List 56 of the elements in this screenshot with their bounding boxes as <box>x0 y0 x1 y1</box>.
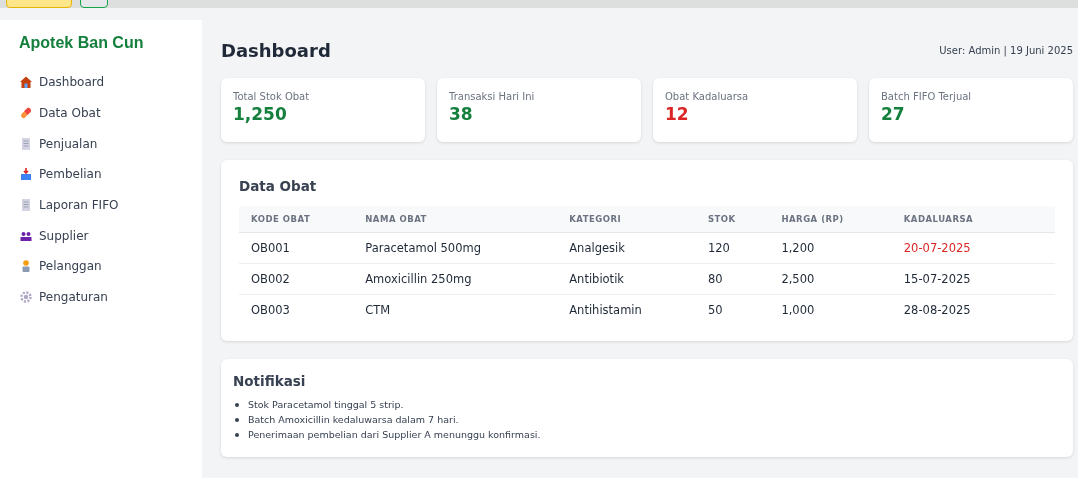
table-cell: CTM <box>353 294 558 325</box>
user-info: User: Admin | 19 Juni 2025 <box>939 44 1073 56</box>
stat-value: 1,250 <box>233 104 288 124</box>
table-cell: Analgesik <box>557 232 696 264</box>
table-cell: Paracetamol 500mg <box>353 232 558 264</box>
notification-text: Batch Amoxicillin kedaluwarsa dalam 7 hari. <box>248 414 459 425</box>
notification-text: Penerimaan pembelian dari Supplier A menunggu konfirmasi. <box>248 429 541 440</box>
sidebar-item[interactable]: Pengaturan <box>39 290 108 305</box>
stat-value: 38 <box>449 104 474 124</box>
table-cell: OB003 <box>239 294 354 325</box>
table-cell: 2,500 <box>769 263 892 295</box>
section-title: Notifikasi <box>233 373 307 389</box>
brand-title: Apotek Ban Cun <box>19 34 145 52</box>
sidebar-item[interactable]: Pembelian <box>39 167 102 182</box>
column-header: KODE OBAT <box>239 206 354 233</box>
page-title: Dashboard <box>221 39 331 61</box>
table-cell: Antihistamin <box>557 294 696 325</box>
stat-value: 27 <box>881 104 906 124</box>
column-header: NAMA OBAT <box>353 206 558 233</box>
table-cell: 50 <box>695 294 770 325</box>
table-cell: Antibiotik <box>557 263 696 295</box>
stat-label: Total Stok Obat <box>233 91 311 102</box>
document-icon <box>19 136 33 151</box>
bullet-icon <box>235 432 239 437</box>
settings-icon <box>19 290 33 305</box>
stat-label: Obat Kadaluarsa <box>665 91 750 102</box>
bullet-icon <box>235 402 239 407</box>
table-cell: Amoxicillin 250mg <box>353 263 558 295</box>
table-cell: 20-07-2025 <box>891 232 1055 264</box>
table-cell: 15-07-2025 <box>891 263 1055 295</box>
column-header: KADALUARSA <box>891 206 1055 233</box>
sidebar-item[interactable]: Laporan FIFO <box>39 198 119 213</box>
table-cell: 120 <box>695 232 770 264</box>
sidebar-item[interactable]: Penjualan <box>39 136 98 151</box>
table-cell: 1,200 <box>769 232 892 264</box>
table-cell: 28-08-2025 <box>891 294 1055 325</box>
house-icon <box>19 75 33 90</box>
sidebar-item[interactable]: Dashboard <box>39 75 105 90</box>
sidebar-item[interactable]: Supplier <box>39 228 89 243</box>
section-title: Data Obat <box>239 178 318 194</box>
sidebar-item[interactable]: Pelanggan <box>39 259 102 274</box>
table-cell: OB002 <box>239 263 354 295</box>
sidebar-item[interactable]: Data Obat <box>39 106 101 121</box>
table-cell: OB001 <box>239 232 354 264</box>
stat-label: Batch FIFO Terjual <box>881 91 973 102</box>
table-cell: 1,000 <box>769 294 892 325</box>
column-header: STOK <box>695 206 770 233</box>
bullet-icon <box>235 417 239 422</box>
inbox-icon <box>19 167 33 182</box>
stat-label: Transaksi Hari Ini <box>449 91 536 102</box>
document-icon <box>19 198 33 213</box>
column-header: KATEGORI <box>557 206 696 233</box>
notification-text: Stok Paracetamol tinggal 5 strip. <box>248 399 404 410</box>
table-cell: 80 <box>695 263 770 295</box>
stat-value: 12 <box>665 104 690 124</box>
column-header: HARGA (RP) <box>769 206 892 233</box>
